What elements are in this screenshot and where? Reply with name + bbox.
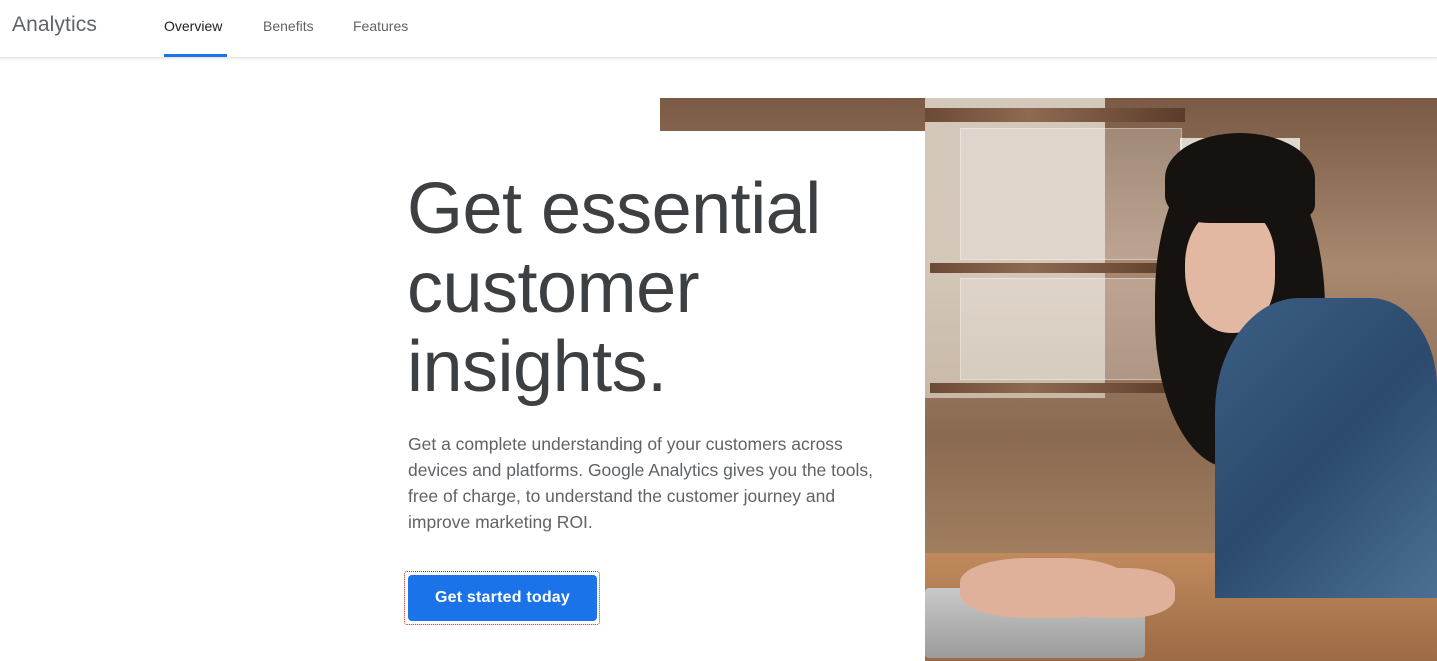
- tab-benefits[interactable]: Benefits: [263, 0, 314, 57]
- top-navigation-bar: Analytics Overview Benefits Features: [0, 0, 1437, 58]
- get-started-button[interactable]: Get started today: [408, 575, 597, 621]
- hero-description: Get a complete understanding of your cus…: [408, 434, 873, 532]
- tab-overview[interactable]: Overview: [164, 0, 227, 57]
- analytics-logo-text[interactable]: Analytics: [12, 13, 97, 37]
- headline-line-3: insights.: [407, 327, 667, 407]
- tab-features[interactable]: Features: [353, 0, 408, 57]
- hero-headline: Get essential customer insights.: [407, 170, 887, 407]
- headline-line-2: customer: [407, 248, 700, 328]
- headline-line-1: Get essential: [407, 169, 821, 249]
